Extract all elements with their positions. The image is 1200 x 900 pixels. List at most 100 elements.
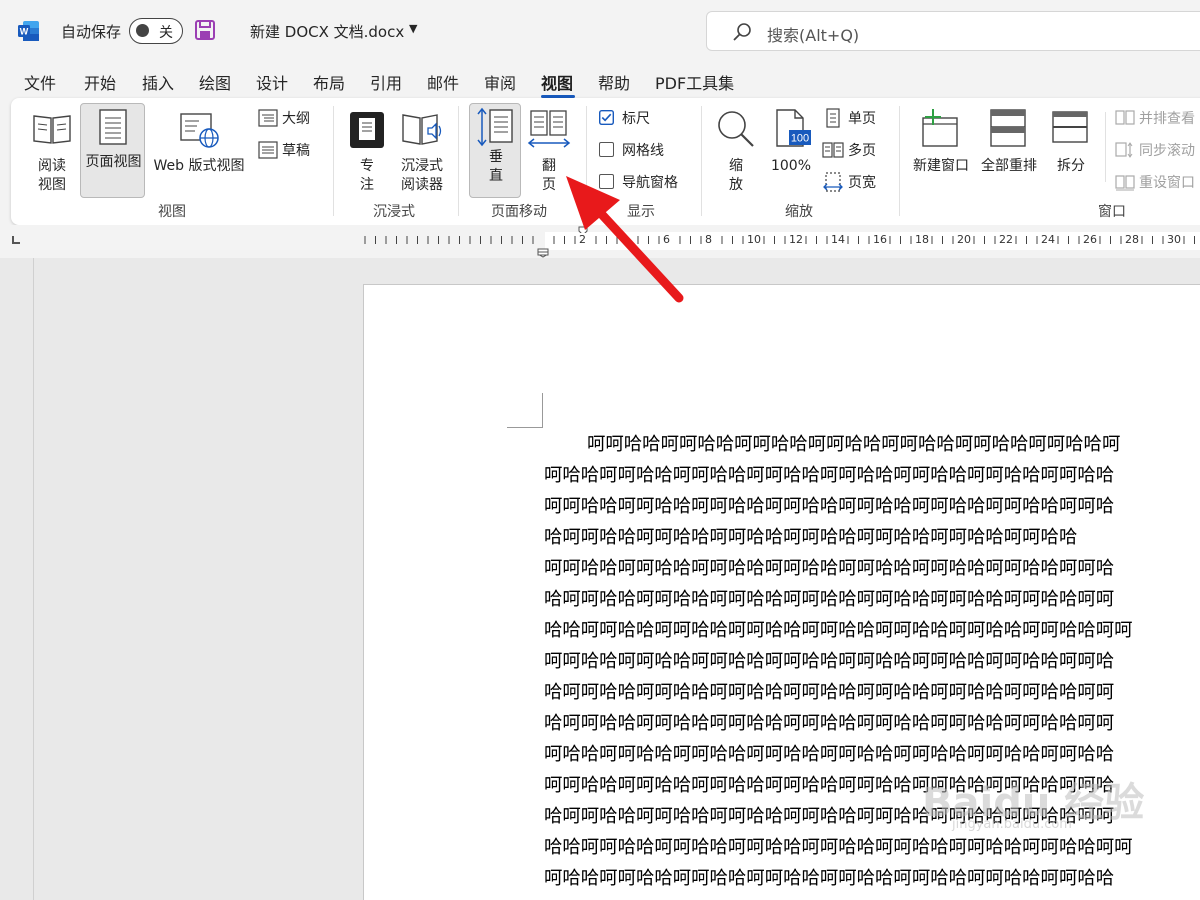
- zoom-label-1: 缩: [729, 158, 743, 174]
- web-layout-button[interactable]: Web 版式视图: [149, 108, 249, 198]
- group-label-immersive: 沉浸式: [373, 204, 415, 220]
- document-line: 哈哈呵呵哈哈呵呵哈哈呵呵哈哈呵呵哈哈呵呵哈哈呵呵哈哈呵呵哈哈呵呵: [544, 620, 1133, 641]
- side-by-side-icon: [1115, 110, 1135, 125]
- checkbox-empty-icon: [599, 174, 614, 189]
- arrange-all-icon: [990, 109, 1026, 147]
- tab-draw[interactable]: 绘图: [199, 70, 231, 94]
- zoom-button[interactable]: 缩 放: [713, 108, 759, 198]
- one-page-button[interactable]: 单页: [822, 107, 892, 129]
- new-window-label: 新建窗口: [913, 158, 969, 174]
- page-width-button[interactable]: 页宽: [822, 171, 892, 193]
- focus-label-1: 专: [360, 158, 374, 174]
- watermark-url: jingyan.baidu.com: [952, 817, 1072, 832]
- horizontal-ruler: 2 4 6 8 10 12 14 16 18 20 22 24 26 28 30: [0, 225, 1200, 258]
- immersive-reader-button[interactable]: 沉浸式 阅读器: [395, 108, 449, 198]
- focus-button[interactable]: 专 注: [344, 108, 390, 198]
- split-button[interactable]: 拆分: [1045, 108, 1097, 178]
- search-placeholder: 搜索(Alt+Q): [767, 26, 860, 45]
- document-line: 呵呵哈哈呵呵哈哈呵呵哈哈呵呵哈哈呵呵哈哈呵呵哈哈呵呵哈哈呵: [587, 434, 1121, 455]
- draft-label: 草稿: [282, 143, 310, 159]
- multiple-pages-icon: [822, 142, 844, 158]
- ruler-label: 标尺: [622, 111, 650, 127]
- tab-help[interactable]: 帮助: [598, 70, 630, 94]
- search-icon: [733, 23, 751, 41]
- one-page-label: 单页: [848, 111, 876, 127]
- vertical-ruler-edge: [33, 258, 34, 900]
- reset-window-position-label: 重设窗口: [1139, 175, 1195, 191]
- group-separator: [333, 106, 334, 216]
- word-app-icon[interactable]: W: [18, 20, 40, 42]
- group-label-views: 视图: [158, 204, 186, 220]
- group-separator: [458, 106, 459, 216]
- draft-button[interactable]: 草稿: [256, 139, 326, 161]
- autosave-toggle[interactable]: 关: [129, 18, 183, 44]
- ruler-number: 10: [746, 233, 762, 246]
- ruler-checkbox[interactable]: 标尺: [598, 107, 698, 129]
- outline-icon: [258, 109, 278, 127]
- outline-button[interactable]: 大纲: [256, 107, 326, 129]
- checkbox-checked-icon: [599, 110, 614, 125]
- view-side-by-side-button[interactable]: 并排查看: [1112, 107, 1200, 129]
- vertical-scroll-icon: [477, 107, 513, 147]
- group-separator: [701, 106, 702, 216]
- tab-file[interactable]: 文件: [24, 70, 56, 94]
- side-to-side-button[interactable]: 翻 页: [525, 108, 573, 198]
- document-title[interactable]: 新建 DOCX 文档.docx: [250, 21, 404, 42]
- read-mode-button[interactable]: 阅读 视图: [29, 108, 75, 198]
- gridlines-checkbox[interactable]: 网格线: [598, 139, 698, 161]
- tab-pdf-tools[interactable]: PDF工具集: [655, 70, 734, 94]
- side-to-side-label-1: 翻: [542, 158, 556, 174]
- save-icon[interactable]: [194, 19, 216, 41]
- ribbon-tabs: 文件 开始 插入 绘图 设计 布局 引用 邮件 审阅 视图 帮助 PDF工具集: [0, 62, 1200, 98]
- one-page-icon: [826, 108, 840, 128]
- synchronous-scrolling-button[interactable]: 同步滚动: [1112, 139, 1200, 161]
- arrange-all-button[interactable]: 全部重排: [976, 108, 1042, 178]
- ruler-number: 28: [1124, 233, 1140, 246]
- view-side-by-side-label: 并排查看: [1139, 111, 1195, 127]
- ruler-number: 24: [1040, 233, 1056, 246]
- document-line: 呵哈哈呵呵哈哈呵呵哈哈呵呵哈哈呵呵哈哈呵呵哈哈呵呵哈哈呵呵哈哈: [544, 868, 1115, 889]
- navigation-pane-checkbox[interactable]: 导航窗格: [598, 171, 698, 193]
- tab-review[interactable]: 审阅: [484, 70, 516, 94]
- tab-insert[interactable]: 插入: [142, 70, 174, 94]
- gridlines-label: 网格线: [622, 143, 664, 159]
- document-line: 呵呵哈哈呵呵哈哈呵呵哈哈呵呵哈哈呵呵哈哈呵呵哈哈呵呵哈哈呵呵哈: [544, 496, 1115, 517]
- tab-mailings[interactable]: 邮件: [427, 70, 459, 94]
- ruler-ticks: [364, 226, 1200, 258]
- ruler-number: 26: [1082, 233, 1098, 246]
- group-label-show: 显示: [627, 204, 655, 220]
- tab-design[interactable]: 设计: [256, 70, 288, 94]
- synchronous-scrolling-label: 同步滚动: [1139, 143, 1195, 159]
- autosave-label: 自动保存: [61, 23, 122, 41]
- reset-window-position-button[interactable]: 重设窗口: [1112, 171, 1200, 193]
- web-page-globe-icon: [180, 113, 219, 148]
- tab-references[interactable]: 引用: [370, 70, 402, 94]
- side-to-side-label-2: 页: [542, 177, 556, 193]
- multiple-pages-button[interactable]: 多页: [822, 139, 892, 161]
- ruler-number: 4: [620, 233, 629, 246]
- tab-layout[interactable]: 布局: [313, 70, 345, 94]
- ruler-number: 20: [956, 233, 972, 246]
- new-window-button[interactable]: 新建窗口: [908, 108, 974, 178]
- print-layout-label: 页面视图: [85, 154, 142, 170]
- zoom-100-button[interactable]: 100 100%: [767, 108, 815, 178]
- group-label-page-movement: 页面移动: [491, 204, 547, 220]
- focus-label-2: 注: [360, 177, 374, 193]
- immersive-reader-icon: [402, 114, 442, 145]
- document-line: 呵哈哈呵呵哈哈呵呵哈哈呵呵哈哈呵呵哈哈呵呵哈哈呵呵哈哈呵呵哈哈: [544, 744, 1115, 765]
- immersive-reader-label-1: 沉浸式: [401, 158, 443, 174]
- ruler-number: 8: [704, 233, 713, 246]
- group-label-window: 窗口: [1098, 204, 1126, 220]
- search-box[interactable]: 搜索(Alt+Q): [706, 11, 1200, 51]
- vertical-page-movement-button[interactable]: 垂 直: [469, 103, 521, 198]
- print-layout-button[interactable]: 页面视图: [80, 103, 145, 198]
- multiple-pages-label: 多页: [848, 143, 876, 159]
- tab-view[interactable]: 视图: [541, 70, 573, 94]
- reset-window-icon: [1115, 175, 1135, 191]
- group-separator: [1105, 112, 1106, 182]
- chevron-down-icon[interactable]: ▼: [409, 22, 417, 35]
- autosave-state: 关: [159, 25, 173, 41]
- ruler-number: 14: [830, 233, 846, 246]
- draft-icon: [258, 141, 278, 159]
- tab-home[interactable]: 开始: [84, 70, 116, 94]
